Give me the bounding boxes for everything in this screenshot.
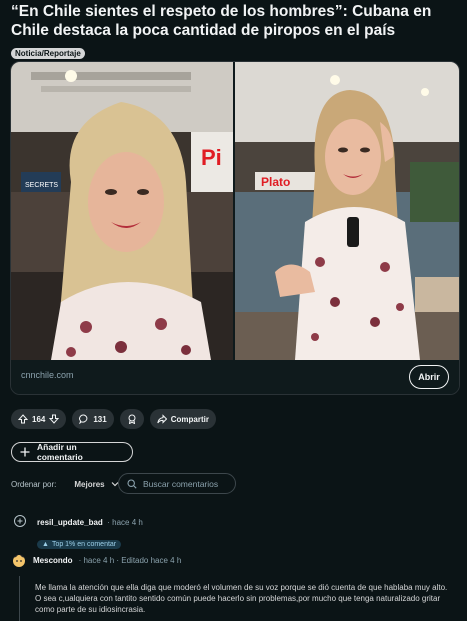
video-frame-left: Pi SECRETS <box>11 62 233 360</box>
video-thumbnail[interactable]: Pi SECRETS Plato <box>11 62 459 360</box>
comment-search-input[interactable]: Buscar comentarios <box>118 473 236 494</box>
upvote-icon[interactable] <box>18 414 28 424</box>
store-sign-left: Pi <box>201 145 222 170</box>
vote-count: 164 <box>32 414 46 424</box>
comment-meta: · hace 4 h · Editado hace 4 h <box>78 555 182 565</box>
avatar[interactable] <box>11 552 27 568</box>
comments-button[interactable]: 131 <box>72 409 114 429</box>
video-frame-right: Plato <box>235 62 459 360</box>
comment-author[interactable]: resil_update_bad <box>37 518 103 527</box>
comment-item: Mescondo · hace 4 h · Editado hace 4 h M… <box>11 552 455 615</box>
award-button[interactable] <box>119 409 144 429</box>
link-domain[interactable]: cnnchile.com <box>21 370 74 380</box>
user-flair-label: Top 1% en comentar <box>51 541 117 548</box>
share-icon <box>157 414 167 424</box>
share-label: Compartir <box>170 414 209 424</box>
comment-count: 131 <box>93 414 107 424</box>
share-button[interactable]: Compartir <box>149 409 216 429</box>
add-comment-button[interactable]: Añadir un comentario <box>11 442 133 462</box>
link-card[interactable]: Pi SECRETS Plato cnnchile.com Abrir <box>10 61 460 395</box>
store-sign-secrets: SECRETS <box>25 182 58 189</box>
open-link-button[interactable]: Abrir <box>409 365 449 389</box>
post-title[interactable]: “En Chile sientes el respeto de los homb… <box>11 2 459 40</box>
search-placeholder: Buscar comentarios <box>143 478 219 489</box>
sort-value: Mejores <box>74 479 105 489</box>
comment-author[interactable]: Mescondo <box>33 556 73 565</box>
plus-icon <box>20 447 30 457</box>
search-icon <box>127 478 137 489</box>
comment-item: resil_update_bad · hace 4 h ▲ Top 1% en … <box>11 512 143 551</box>
sort-dropdown[interactable]: Mejores <box>74 479 119 489</box>
comment-bubble-icon <box>79 414 89 424</box>
award-icon <box>127 414 137 424</box>
post-flair[interactable]: Noticia/Reportaje <box>11 48 85 59</box>
expand-thread-icon[interactable] <box>11 512 29 530</box>
post-action-bar: 164 131 Compartir <box>11 409 216 429</box>
user-flair-badge: ▲ Top 1% en comentar <box>37 540 122 549</box>
vote-control: 164 <box>11 409 67 429</box>
comment-body: Me llama la atención que ella diga que m… <box>35 583 448 614</box>
thread-line[interactable] <box>19 576 20 621</box>
sort-bar: Ordenar por: Mejores <box>11 474 120 494</box>
trophy-icon: ▲ <box>42 541 49 548</box>
add-comment-label: Añadir un comentario <box>37 442 83 462</box>
downvote-icon[interactable] <box>49 414 60 424</box>
comment-meta: · hace 4 h <box>107 518 143 527</box>
sort-label: Ordenar por: <box>11 479 57 489</box>
link-card-footer: cnnchile.com Abrir <box>11 360 459 394</box>
store-sign-right: Plato <box>261 175 290 189</box>
